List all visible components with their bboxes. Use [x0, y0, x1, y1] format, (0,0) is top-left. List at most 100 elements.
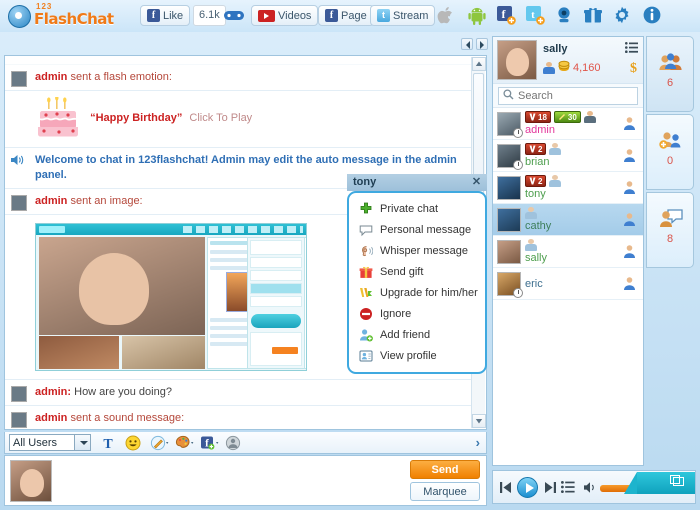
facebook-page-button[interactable]: f Page — [318, 5, 374, 26]
user-action-icon[interactable] — [622, 116, 637, 132]
scroll-down-button[interactable] — [472, 414, 486, 428]
add-friend-icon — [359, 328, 373, 342]
user-badges: 18 30 — [525, 111, 596, 123]
user-name: sally — [525, 252, 547, 264]
next-icon[interactable] — [544, 481, 556, 497]
message-input[interactable] — [57, 461, 387, 501]
page-label: Page — [341, 10, 367, 22]
top-toolbar: 123 FlashChat f Like 6.1k Videos f Page … — [0, 0, 700, 32]
play-icon[interactable] — [517, 477, 538, 498]
user-action-icon[interactable] — [622, 180, 637, 196]
text-format-icon[interactable]: T — [100, 435, 116, 451]
coin-amount: 4,160 — [573, 62, 601, 74]
user-row-eric[interactable]: eric — [493, 268, 643, 300]
twitter-stream-button[interactable]: t Stream — [370, 5, 435, 26]
avatar — [11, 71, 27, 87]
whisper-icon — [359, 244, 373, 258]
user-badges: 2 — [525, 143, 561, 155]
twitter-share-icon[interactable]: t — [526, 6, 546, 26]
user-row-tony[interactable]: 2 tony — [493, 172, 643, 204]
my-username: sally — [543, 43, 567, 55]
media-player-bar — [492, 470, 696, 504]
user-action-icon[interactable] — [622, 244, 637, 260]
user-badges: 2 — [525, 175, 561, 187]
volume-icon[interactable] — [583, 481, 597, 497]
flashchat-window: 123 FlashChat f Like 6.1k Videos f Page … — [0, 0, 700, 510]
my-avatar[interactable] — [10, 460, 52, 502]
badge-value: 2 — [538, 177, 542, 186]
message-flash-emotion[interactable]: “Happy Birthday” Click To Play — [5, 91, 473, 148]
tab-prev-button[interactable] — [461, 38, 473, 50]
menu-item-upgrade[interactable]: Upgrade for him/her — [349, 282, 485, 303]
videos-button[interactable]: Videos — [251, 5, 318, 26]
user-action-icon[interactable] — [622, 148, 637, 164]
friends-tab[interactable]: 0 — [646, 114, 694, 190]
clock-icon — [513, 160, 523, 170]
webcam-icon[interactable] — [555, 6, 575, 26]
recipient-value: All Users — [13, 437, 57, 449]
gift-icon[interactable] — [584, 6, 604, 26]
scroll-up-button[interactable] — [472, 57, 486, 71]
menu-item-whisper-message[interactable]: Whisper message — [349, 240, 485, 261]
prev-icon[interactable] — [500, 481, 512, 497]
users-tab[interactable]: 6 — [646, 36, 694, 112]
plus-icon — [359, 202, 373, 216]
recipient-select[interactable]: All Users — [9, 434, 91, 451]
user-action-icon[interactable] — [622, 212, 637, 228]
pen-icon[interactable] — [150, 435, 166, 451]
message-username[interactable]: admin: — [35, 386, 71, 398]
badge-value: 2 — [538, 145, 542, 154]
facebook-post-icon[interactable]: f — [200, 435, 216, 451]
menu-item-private-chat[interactable]: Private chat — [349, 198, 485, 219]
avatar-icon[interactable] — [225, 435, 241, 451]
menu-item-view-profile[interactable]: View profile — [349, 345, 485, 366]
menu-item-label: Whisper message — [380, 245, 468, 257]
user-row-cathy[interactable]: cathy — [493, 204, 643, 236]
menu-item-send-gift[interactable]: Send gift — [349, 261, 485, 282]
palette-icon[interactable] — [175, 435, 191, 451]
info-icon[interactable] — [643, 6, 663, 26]
search-box[interactable] — [498, 87, 638, 105]
tab-next-button[interactable] — [476, 38, 488, 50]
message-username[interactable]: admin — [35, 71, 67, 83]
person-icon — [584, 111, 596, 123]
marquee-button[interactable]: Marquee — [410, 482, 480, 501]
money-icon[interactable]: $ — [630, 61, 637, 77]
menu-item-add-friend[interactable]: Add friend — [349, 324, 485, 345]
send-button[interactable]: Send — [410, 460, 480, 479]
android-icon[interactable] — [468, 6, 488, 26]
playlist-icon[interactable] — [561, 481, 575, 496]
popout-button[interactable] — [637, 472, 695, 494]
shared-screenshot[interactable] — [35, 223, 307, 371]
message-username[interactable]: admin — [35, 195, 67, 207]
birthday-cake-icon — [35, 97, 83, 139]
close-icon[interactable]: ✕ — [471, 177, 482, 188]
avatar[interactable] — [497, 40, 537, 80]
apple-icon[interactable] — [437, 6, 457, 26]
more-tools-button[interactable]: › — [476, 435, 480, 450]
friends-count: 0 — [647, 155, 693, 167]
facebook-like-button[interactable]: f Like — [140, 5, 190, 26]
search-input[interactable] — [518, 90, 628, 102]
message-username[interactable]: admin — [35, 412, 67, 424]
game-controller-icon[interactable] — [224, 8, 244, 28]
chevron-down-icon[interactable] — [74, 435, 90, 450]
chats-tab[interactable]: 8 — [646, 192, 694, 268]
vip-badge: 18 — [525, 111, 551, 123]
clock-icon — [513, 288, 523, 298]
gear-icon[interactable] — [613, 6, 633, 26]
menu-item-personal-message[interactable]: Personal message — [349, 219, 485, 240]
user-action-icon[interactable] — [622, 276, 637, 292]
emoji-icon[interactable] — [125, 435, 141, 451]
profile-icon — [359, 349, 373, 363]
emotion-play-hint[interactable]: Click To Play — [189, 112, 252, 124]
facebook-share-icon[interactable]: f — [497, 6, 517, 26]
user-row-sally[interactable]: sally — [493, 236, 643, 268]
user-row-brian[interactable]: 2 brian — [493, 140, 643, 172]
list-icon[interactable] — [625, 42, 638, 53]
message-text: How are you doing? — [71, 386, 172, 398]
chats-count: 8 — [647, 233, 693, 245]
user-row-admin[interactable]: 18 30 admin — [493, 108, 643, 140]
menu-item-ignore[interactable]: Ignore — [349, 303, 485, 324]
search-icon — [503, 89, 514, 103]
